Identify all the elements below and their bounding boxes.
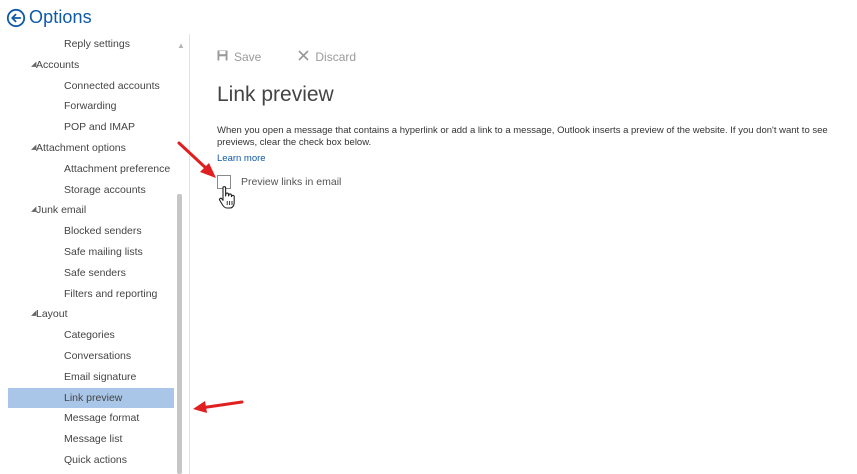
options-sidebar: Reply settings ◢ Accounts Connected account…	[0, 34, 190, 474]
sidebar-item-label: Attachment preference	[64, 162, 171, 175]
annotation-arrow-checkbox-icon	[177, 141, 216, 178]
preview-links-label[interactable]: Preview links in email	[241, 176, 341, 188]
save-label: Save	[234, 50, 262, 64]
sidebar-item-label: Connected accounts	[64, 79, 160, 92]
sidebar-item-safe-mailing-lists[interactable]: Safe mailing lists	[8, 242, 174, 263]
sidebar-item-junk-email[interactable]: ◢ Junk email	[8, 200, 174, 221]
sidebar-item-safe-senders[interactable]: Safe senders	[8, 263, 174, 284]
sidebar-item-label: Categories	[64, 329, 115, 342]
link-preview-description: When you open a message that contains a …	[217, 125, 828, 148]
discard-button[interactable]: Discard	[298, 50, 356, 64]
collapse-triangle-icon[interactable]: ◢	[31, 138, 36, 159]
sidebar-item-attachment-options[interactable]: ◢ Attachment options	[8, 138, 174, 159]
sidebar-item-label: Storage accounts	[64, 183, 146, 196]
sidebar-item-connected-accounts[interactable]: Connected accounts	[8, 76, 174, 97]
sidebar-item-label: Message list	[64, 433, 123, 446]
sidebar-item-forwarding[interactable]: Forwarding	[8, 96, 174, 117]
learn-more-link[interactable]: Learn more	[217, 153, 266, 164]
sidebar-item-pop-and-imap[interactable]: POP and IMAP	[8, 117, 174, 138]
sidebar-item-label: POP and IMAP	[64, 121, 136, 134]
sidebar-item-attachment-preference[interactable]: Attachment preference	[8, 159, 174, 180]
sidebar-item-filters-and-reporting[interactable]: Filters and reporting	[8, 284, 174, 305]
annotation-arrow-link-preview-icon	[193, 400, 244, 413]
sidebar-item-label: Junk email	[36, 204, 87, 217]
sidebar-item-link-preview[interactable]: Link preview	[8, 387, 174, 409]
page-header-title: Options	[29, 6, 92, 27]
options-window: Options Reply settings ◢ Accounts Connected…	[0, 0, 857, 474]
collapse-triangle-icon[interactable]: ◢	[31, 200, 36, 221]
sidebar-item-label: Email signature	[64, 370, 137, 383]
save-floppy-icon	[217, 50, 228, 64]
sidebar-item-quick-actions[interactable]: Quick actions	[8, 450, 174, 471]
sidebar-item-label: Reply settings	[64, 38, 130, 50]
sidebar-item-blocked-senders[interactable]: Blocked senders	[8, 221, 174, 242]
sidebar-item-label: Filters and reporting	[64, 287, 158, 300]
sidebar-item-label: Safe senders	[64, 266, 126, 279]
sidebar-item-message-format[interactable]: Message format	[8, 408, 174, 429]
sidebar-item-label: Accounts	[36, 58, 80, 71]
sidebar-item-label: Safe mailing lists	[64, 245, 143, 258]
sidebar-item-layout[interactable]: ◢ Layout	[8, 304, 174, 325]
sidebar-item-storage-accounts[interactable]: Storage accounts	[8, 180, 174, 201]
close-x-icon	[298, 50, 309, 64]
sidebar-item-label: Quick actions	[64, 453, 128, 466]
sidebar-item-categories[interactable]: Categories	[8, 325, 174, 346]
sidebar-item-email-signature[interactable]: Email signature	[8, 367, 174, 388]
discard-label: Discard	[315, 50, 357, 64]
sidebar-item-label: Message format	[64, 412, 140, 425]
page-title: Link preview	[217, 83, 334, 106]
sidebar-item-conversations[interactable]: Conversations	[8, 346, 174, 367]
sidebar-item-label: Conversations	[64, 349, 132, 362]
sidebar-item-label: Forwarding	[64, 100, 117, 113]
header: Options	[0, 0, 857, 34]
toolbar: Save Discard	[217, 50, 356, 64]
save-button[interactable]: Save	[217, 50, 261, 64]
sidebar-item-label: Layout	[36, 308, 68, 321]
collapse-triangle-icon[interactable]: ◢	[31, 55, 36, 76]
sidebar-item-message-list[interactable]: Message list	[8, 429, 174, 450]
scroll-up-arrow-icon[interactable]: ▲	[176, 41, 186, 51]
sidebar-item-label: Link preview	[64, 391, 123, 404]
back-arrow-circle-icon[interactable]	[6, 8, 26, 28]
sidebar-nav-list: Reply settings ◢ Accounts Connected account…	[8, 34, 174, 471]
sidebar-item-label: Blocked senders	[64, 225, 142, 238]
sidebar-item-accounts[interactable]: ◢ Accounts	[8, 55, 174, 76]
sidebar-scrollbar-thumb[interactable]	[177, 194, 182, 474]
collapse-triangle-icon[interactable]: ◢	[31, 304, 36, 325]
sidebar-item-label: Attachment options	[36, 141, 126, 154]
main-content: Save Discard Link preview When you open …	[190, 34, 857, 474]
sidebar-item-reply-settings[interactable]: Reply settings	[8, 34, 174, 55]
hand-pointer-cursor-icon	[218, 186, 235, 209]
